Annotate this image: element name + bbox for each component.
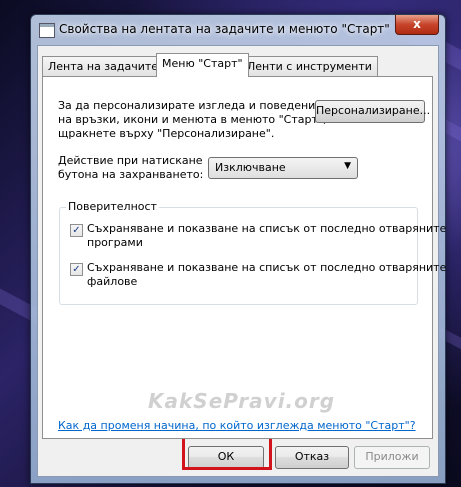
title-bar[interactable]: Свойства на лентата на задачите и менюто… xyxy=(31,15,445,45)
recent-programs-label-line1: Съхраняване и показване на списък от пос… xyxy=(87,222,447,235)
privacy-group-title: Поверителност xyxy=(66,200,159,213)
tab-start-menu[interactable]: Меню "Старт" xyxy=(156,53,249,77)
tab-toolbars[interactable]: Ленти с инструменти xyxy=(241,56,378,77)
window-icon xyxy=(39,23,55,38)
taskbar-properties-dialog: Свойства на лентата на задачите и менюто… xyxy=(30,14,446,484)
tab-taskbar[interactable]: Лента на задачите xyxy=(42,56,165,77)
privacy-groupbox: Поверителност ✓ Съхраняване и показване … xyxy=(59,200,446,305)
ok-highlight-box xyxy=(182,435,272,470)
power-button-label-line1: Действие при натискане xyxy=(58,154,203,167)
recent-programs-checkbox[interactable]: ✓ xyxy=(70,224,83,237)
power-action-value: Изключване xyxy=(215,161,286,174)
help-link[interactable]: Как да променя начина, по който изглежда… xyxy=(58,419,416,432)
close-icon: x xyxy=(413,17,421,31)
power-button-label-line2: бутона на захранването: xyxy=(58,168,204,181)
dialog-client-area: Лента на задачите Меню "Старт" Ленти с и… xyxy=(37,45,446,477)
recent-files-label-line1: Съхраняване и показване на списък от пос… xyxy=(87,261,447,274)
customize-button[interactable]: Персонализиране... xyxy=(315,100,430,123)
close-button[interactable]: x xyxy=(395,15,439,35)
description-text-line2: на връзки, икони и менюта в менюто "Стар… xyxy=(58,113,327,126)
description-text-line1: За да персонализирате изгледа и поведени… xyxy=(58,99,336,112)
recent-files-label-line2: файлове xyxy=(87,275,138,288)
power-action-select[interactable]: Изключване ▼ xyxy=(208,157,358,179)
start-menu-panel: За да персонализирате изгледа и поведени… xyxy=(42,76,446,439)
window-title: Свойства на лентата на задачите и менюто… xyxy=(59,22,390,36)
chevron-down-icon: ▼ xyxy=(344,161,351,171)
apply-button[interactable]: Приложи xyxy=(354,446,430,469)
recent-files-checkbox[interactable]: ✓ xyxy=(70,263,83,276)
recent-programs-label-line2: програми xyxy=(87,236,143,249)
cancel-button[interactable]: Отказ xyxy=(275,446,349,469)
description-text-line3: щракнете върху "Персонализиране". xyxy=(58,127,275,140)
watermark-text: KakSePravi.org xyxy=(148,389,336,413)
